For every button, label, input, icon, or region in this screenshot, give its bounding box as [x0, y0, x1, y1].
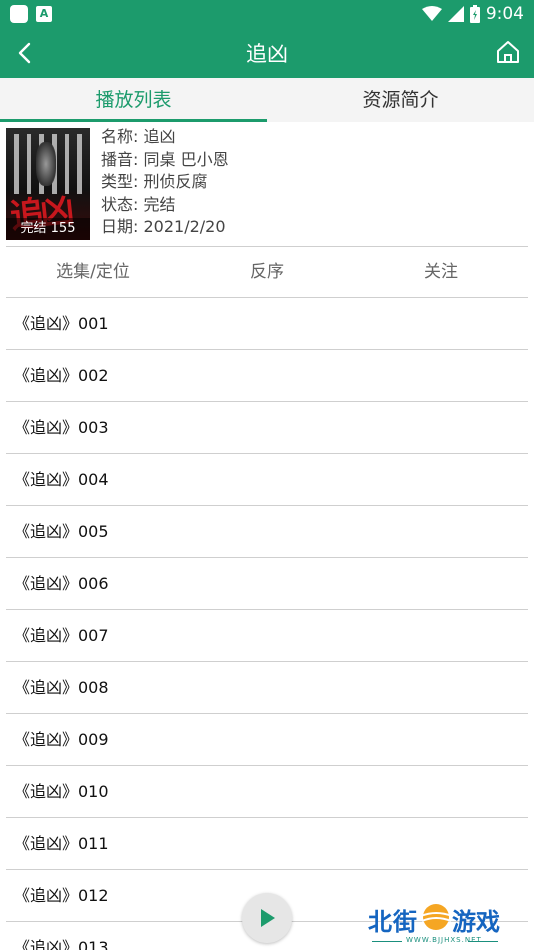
album-genre: 类型: 刑侦反腐 — [101, 172, 208, 191]
watermark-logo: 北街 游戏 WWW.BJJHXS.NET — [368, 900, 528, 948]
tab-playlist[interactable]: 播放列表 — [0, 78, 267, 122]
episode-item[interactable]: 《追凶》004 — [6, 454, 528, 506]
album-cover[interactable]: 追凶 完结 155 — [6, 128, 90, 240]
follow-button[interactable]: 关注 — [354, 247, 528, 297]
system-icons: 9:04 — [421, 3, 524, 25]
play-button[interactable] — [242, 893, 292, 943]
album-name: 名称: 追凶 — [101, 127, 176, 146]
watermark-url: WWW.BJJHXS.NET — [406, 936, 482, 944]
album-date: 日期: 2021/2/20 — [101, 217, 226, 236]
episode-item[interactable]: 《追凶》003 — [6, 402, 528, 454]
episode-item[interactable]: 《追凶》001 — [6, 298, 528, 350]
battery-icon — [469, 5, 480, 23]
reverse-order-button[interactable]: 反序 — [180, 247, 354, 297]
cover-figure — [36, 142, 56, 186]
episode-item[interactable]: 《追凶》009 — [6, 714, 528, 766]
episode-item[interactable]: 《追凶》010 — [6, 766, 528, 818]
wifi-icon — [421, 6, 442, 21]
home-button[interactable] — [494, 38, 522, 66]
episode-item[interactable]: 《追凶》005 — [6, 506, 528, 558]
notification-icons: A — [10, 5, 52, 23]
episode-item[interactable]: 《追凶》002 — [6, 350, 528, 402]
select-locate-button[interactable]: 选集/定位 — [6, 247, 180, 297]
clock: 9:04 — [485, 4, 524, 24]
app-notification-icon — [10, 5, 28, 23]
divider — [468, 941, 498, 942]
home-icon — [497, 41, 519, 63]
album-status: 状态: 完结 — [101, 194, 176, 214]
episode-item[interactable]: 《追凶》007 — [6, 610, 528, 662]
cover-badge: 完结 155 — [6, 218, 90, 240]
watermark-text-right: 游戏 — [452, 908, 500, 936]
divider — [372, 941, 402, 942]
page-title: 追凶 — [246, 42, 288, 66]
album-narrator: 播音: 同桌 巴小恩 — [101, 149, 229, 169]
tab-resource-intro[interactable]: 资源简介 — [267, 78, 534, 122]
list-toolbar: 选集/定位 反序 关注 — [6, 247, 528, 297]
episode-item[interactable]: 《追凶》008 — [6, 662, 528, 714]
status-bar: A 9:04 — [0, 0, 534, 28]
a-notification-icon: A — [36, 6, 52, 22]
sun-logo-icon — [420, 904, 453, 930]
app-bar: 追凶 — [0, 28, 534, 78]
episode-item[interactable]: 《追凶》006 — [6, 558, 528, 610]
play-icon — [261, 909, 275, 927]
watermark-text-left: 北街 — [368, 908, 418, 936]
signal-icon — [447, 6, 464, 22]
episode-list: 《追凶》001 《追凶》002 《追凶》003 《追凶》004 《追凶》005 … — [6, 298, 528, 950]
episode-item[interactable]: 《追凶》011 — [6, 818, 528, 870]
tab-bar: 播放列表 资源简介 — [0, 78, 534, 122]
album-meta: 名称: 追凶 播音: 同桌 巴小恩 类型: 刑侦反腐 状态: 完结 日期: 20… — [101, 126, 229, 239]
album-info: 追凶 完结 155 名称: 追凶 播音: 同桌 巴小恩 类型: 刑侦反腐 状态:… — [6, 126, 528, 244]
